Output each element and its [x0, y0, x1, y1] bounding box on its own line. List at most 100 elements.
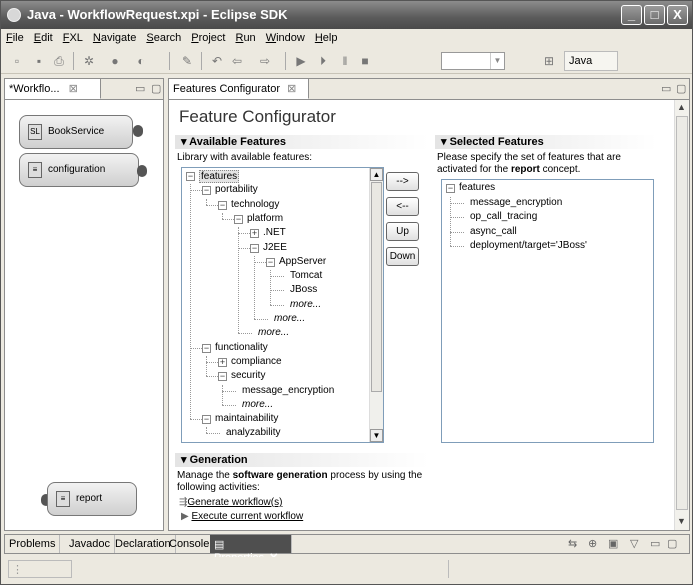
tab-console[interactable]: Console — [165, 535, 215, 553]
execute-workflow-link[interactable]: Execute current workflow — [191, 511, 303, 522]
tab-properties[interactable]: ▤ Properties✕ — [210, 535, 292, 564]
tree-item[interactable]: deployment/target='JBoss' — [470, 240, 587, 251]
tree-item[interactable]: more... — [258, 327, 289, 338]
layout-icon[interactable]: ⇆ — [568, 537, 577, 550]
node-report[interactable]: ≡ report — [47, 482, 137, 516]
remove-feature-button[interactable]: <-- — [386, 197, 419, 216]
forward-icon[interactable]: ⇨ — [257, 53, 273, 69]
close-icon[interactable]: ⊠ — [69, 83, 78, 95]
tree-item[interactable]: message_encryption — [242, 385, 334, 396]
scroll-down-icon[interactable]: ▼ — [370, 429, 383, 442]
tree-item[interactable]: maintainability — [215, 413, 278, 424]
java-perspective-button[interactable]: Java — [564, 51, 618, 71]
external-tools-icon[interactable]: ◐ — [133, 53, 149, 69]
add-feature-button[interactable]: --> — [386, 172, 419, 191]
available-features-section[interactable]: ▾ Available Features — [175, 135, 429, 149]
debug-icon[interactable]: ✲ — [81, 53, 97, 69]
print-icon[interactable]: ⎙ — [51, 53, 67, 69]
menu-help[interactable]: Help — [310, 29, 343, 44]
tree-item[interactable]: technology — [231, 199, 279, 210]
tree-item[interactable]: async_call — [470, 226, 517, 237]
menu-navigate[interactable]: Navigate — [88, 29, 141, 44]
maximize-view-icon[interactable]: ▢ — [667, 537, 677, 550]
step-icon[interactable]: ⏵ — [315, 53, 331, 69]
collapse-node-icon[interactable]: − — [218, 200, 227, 210]
collapse-node-icon[interactable]: − — [186, 172, 195, 181]
menu-fxl[interactable]: FXL — [58, 29, 88, 44]
tree-item[interactable]: compliance — [231, 356, 282, 367]
tree-item[interactable]: JBoss — [290, 284, 317, 295]
collapse-node-icon[interactable]: − — [446, 184, 455, 193]
editor-scrollbar[interactable]: ▲ ▼ — [674, 100, 689, 530]
collapse-node-icon[interactable]: − — [234, 214, 243, 224]
execute-workflow-row[interactable]: ▶ Execute current workflow — [181, 511, 303, 523]
scroll-thumb[interactable] — [371, 182, 382, 392]
run-icon[interactable]: ● — [107, 53, 123, 69]
new-icon[interactable]: ▫ — [9, 53, 25, 69]
expand-node-icon[interactable]: + — [250, 229, 259, 239]
tree-item[interactable]: functionality — [215, 342, 268, 353]
tree-item[interactable]: more... — [274, 313, 305, 324]
generate-workflow-row[interactable]: ⇶Generate workflow(s) — [179, 497, 282, 509]
tree-item[interactable]: features — [459, 182, 495, 193]
collapse-node-icon[interactable]: − — [202, 343, 211, 353]
view-menu-icon[interactable]: ▽ — [630, 537, 638, 550]
collapse-icon[interactable]: ▾ — [441, 136, 450, 148]
tab-problems[interactable]: Problems — [5, 535, 61, 553]
tree-item[interactable]: AppServer — [279, 256, 326, 267]
tree-item[interactable]: op_call_tracing — [470, 211, 537, 222]
save-icon[interactable]: ▪ — [31, 53, 47, 69]
menu-window[interactable]: Window — [261, 29, 310, 44]
collapse-node-icon[interactable]: − — [202, 186, 211, 196]
maximize-view-icon[interactable]: ▢ — [151, 82, 161, 95]
collapse-icon[interactable]: ▾ — [181, 136, 189, 148]
move-down-button[interactable]: Down — [386, 247, 419, 266]
tree-item[interactable]: .NET — [263, 227, 286, 238]
scroll-thumb[interactable] — [676, 116, 688, 510]
pin-icon[interactable]: ⊕ — [588, 537, 597, 550]
restore-icon[interactable]: ▣ — [608, 537, 618, 550]
chevron-down-icon[interactable]: ▼ — [490, 53, 504, 69]
scroll-up-icon[interactable]: ▲ — [370, 168, 383, 181]
open-perspective-icon[interactable]: ⊞ — [541, 53, 557, 69]
move-up-button[interactable]: Up — [386, 222, 419, 241]
selected-features-section[interactable]: ▾ Selected Features — [435, 135, 657, 149]
minimize-button[interactable]: _ — [621, 5, 642, 25]
tree-item[interactable]: portability — [215, 184, 258, 195]
maximize-button[interactable]: □ — [644, 5, 665, 25]
collapse-node-icon[interactable]: − — [250, 243, 259, 253]
tree-item[interactable]: analyzability — [226, 427, 280, 438]
tree-item[interactable]: platform — [247, 213, 283, 224]
minimize-view-icon[interactable]: ▭ — [135, 82, 145, 95]
menu-search[interactable]: Search — [141, 29, 186, 44]
node-configuration[interactable]: ≡ configuration — [19, 153, 139, 187]
tree-scrollbar[interactable]: ▲ ▼ — [369, 168, 383, 442]
menu-project[interactable]: Project — [186, 29, 230, 44]
available-features-tree[interactable]: ▲ ▼ − features − portability − technology − pla… — [181, 167, 384, 443]
menu-run[interactable]: Run — [230, 29, 260, 44]
minimize-view-icon[interactable]: ▭ — [661, 82, 671, 95]
collapse-node-icon[interactable]: − — [218, 372, 227, 382]
maximize-view-icon[interactable]: ▢ — [676, 82, 686, 95]
collapse-node-icon[interactable]: − — [266, 257, 275, 267]
output-port[interactable] — [133, 125, 143, 137]
tree-item[interactable]: more... — [242, 399, 273, 410]
selected-features-tree[interactable]: − features message_encryption op_call_traci… — [441, 179, 654, 443]
expand-node-icon[interactable]: + — [218, 357, 227, 367]
menu-edit[interactable]: Edit — [29, 29, 58, 44]
tab-javadoc[interactable]: Javadoc — [65, 535, 115, 553]
tree-item[interactable]: more... — [290, 299, 321, 310]
back-icon[interactable]: ⇦ — [229, 53, 245, 69]
scroll-up-icon[interactable]: ▲ — [677, 102, 686, 112]
generation-section[interactable]: ▾ Generation — [175, 453, 429, 467]
close-button[interactable]: X — [667, 5, 688, 25]
tab-features-configurator[interactable]: Features Configurator ⊠ — [169, 79, 309, 99]
last-edit-icon[interactable]: ↶ — [209, 53, 225, 69]
tab-workflow[interactable]: *Workflo... ⊠ — [5, 79, 101, 99]
play-icon[interactable]: ▶ — [293, 53, 309, 69]
pause-icon[interactable]: ‖ — [337, 53, 353, 69]
minimize-view-icon[interactable]: ▭ — [650, 537, 660, 550]
menu-file[interactable]: File — [1, 29, 29, 44]
stop-icon[interactable]: ■ — [357, 53, 373, 69]
scroll-down-icon[interactable]: ▼ — [677, 516, 686, 526]
